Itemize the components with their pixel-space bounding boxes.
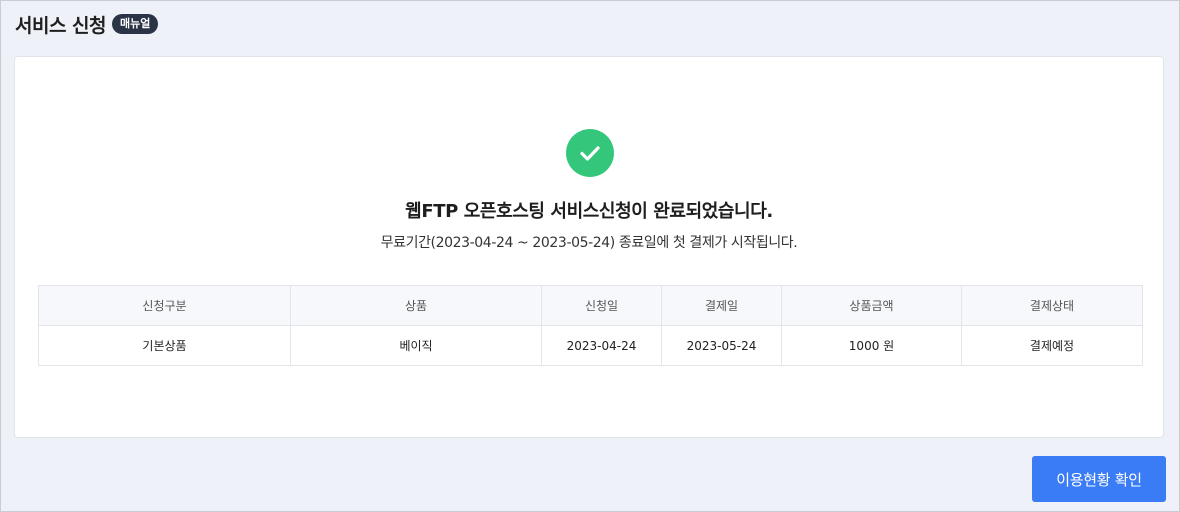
cell-product: 베이직 (290, 325, 542, 366)
cell-payment-status: 결제예정 (961, 325, 1143, 366)
page-title: 서비스 신청 (15, 14, 107, 37)
column-header-product: 상품 (290, 285, 542, 326)
order-table: 신청구분 상품 신청일 결제일 상품금액 결제상태 기본상품 베이직 2023-… (38, 285, 1143, 366)
check-circle-icon (566, 129, 614, 177)
column-header-payment-date: 결제일 (661, 285, 782, 326)
free-period-notice: 무료기간(2023-04-24 ~ 2023-05-24) 종료일에 첫 결제가… (380, 235, 798, 251)
column-header-payment-status: 결제상태 (961, 285, 1143, 326)
column-header-price: 상품금액 (781, 285, 962, 326)
cell-type: 기본상품 (38, 325, 291, 366)
manual-badge[interactable]: 매뉴얼 (112, 14, 159, 34)
table-header-row: 신청구분 상품 신청일 결제일 상품금액 결제상태 (38, 285, 1143, 326)
completion-headline: 웹FTP 오픈호스팅 서비스신청이 완료되었습니다. (405, 201, 773, 222)
page-header: 서비스 신청 매뉴얼 (15, 10, 159, 38)
usage-status-button[interactable]: 이용현황 확인 (1032, 456, 1166, 502)
column-header-apply-date: 신청일 (541, 285, 662, 326)
table-row: 기본상품 베이직 2023-04-24 2023-05-24 1000 원 결제… (38, 325, 1143, 366)
cell-price: 1000 원 (781, 325, 962, 366)
result-card: 웹FTP 오픈호스팅 서비스신청이 완료되었습니다. 무료기간(2023-04-… (14, 56, 1164, 438)
column-header-type: 신청구분 (38, 285, 291, 326)
cell-apply-date: 2023-04-24 (541, 325, 662, 366)
cell-payment-date: 2023-05-24 (661, 325, 782, 366)
